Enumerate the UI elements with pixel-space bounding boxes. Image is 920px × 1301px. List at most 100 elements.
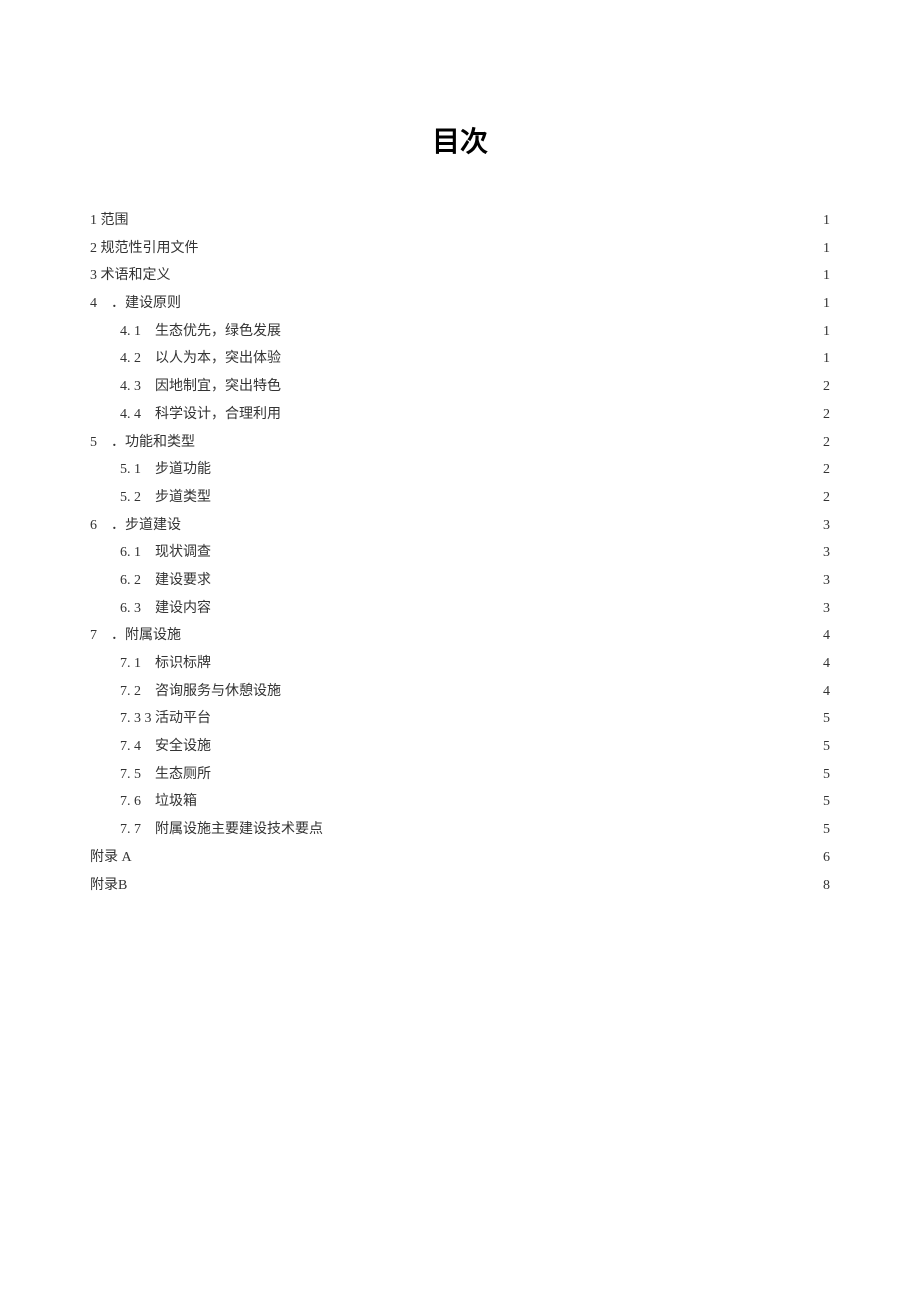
table-of-contents: 1 范围12 规范性引用文件13 术语和定义14 ．建设原则 14. 1 生态优… xyxy=(90,208,830,898)
toc-entry: 7. 2 咨询服务与休憩设施 4 xyxy=(90,679,830,704)
toc-leader-dots xyxy=(134,847,819,861)
toc-leader-dots xyxy=(201,238,820,252)
toc-entry-page: 4 xyxy=(821,651,830,676)
toc-entry-page: 4 xyxy=(821,679,830,704)
toc-entry-label: 7. 2 咨询服务与休憩设施 xyxy=(120,679,281,704)
toc-entry-page: 1 xyxy=(821,208,830,233)
toc-entry-page: 3 xyxy=(821,540,830,565)
toc-entry-page: 3 xyxy=(821,596,830,621)
toc-entry: 4. 2 以人为本，突出体验 1 xyxy=(90,346,830,371)
toc-entry: 3 术语和定义 1 xyxy=(90,263,830,288)
toc-entry-page: 4 xyxy=(821,623,830,648)
toc-entry-label: 4. 1 生态优先，绿色发展 xyxy=(120,319,281,344)
toc-entry: 附录 A 6 xyxy=(90,845,830,870)
toc-entry-label: 7. 1 标识标牌 xyxy=(120,651,211,676)
toc-entry-label: 4 ．建设原则 xyxy=(90,291,181,316)
toc-leader-dots xyxy=(213,764,819,778)
toc-entry-label: 1 范围 xyxy=(90,208,129,233)
toc-entry-label: 2 规范性引用文件 xyxy=(90,236,199,261)
toc-entry-page: 5 xyxy=(821,789,830,814)
toc-entry: 1 范围 1 xyxy=(90,208,830,233)
toc-entry-label: 6 ．步道建设 xyxy=(90,513,181,538)
toc-leader-dots xyxy=(213,708,819,722)
toc-entry-page: 5 xyxy=(821,734,830,759)
toc-entry-page: 2 xyxy=(821,402,830,427)
toc-entry: 7. 1 标识标牌 4 xyxy=(90,651,830,676)
toc-leader-dots xyxy=(199,791,819,805)
toc-entry-label: 7 ．附属设施 xyxy=(90,623,181,648)
toc-entry: 2 规范性引用文件 1 xyxy=(90,236,830,261)
toc-entry-page: 1 xyxy=(821,346,830,371)
toc-entry: 7 ．附属设施 4 xyxy=(90,623,830,648)
toc-entry-page: 1 xyxy=(821,291,830,316)
toc-entry-page: 8 xyxy=(821,873,830,898)
toc-entry: 7. 3 3 活动平台 5 xyxy=(90,706,830,731)
toc-leader-dots xyxy=(129,875,819,889)
toc-entry-page: 3 xyxy=(821,513,830,538)
toc-entry: 7. 7 附属设施主要建设技术要点 5 xyxy=(90,817,830,842)
toc-entry: 7. 4 安全设施 5 xyxy=(90,734,830,759)
toc-entry-label: 3 术语和定义 xyxy=(90,263,171,288)
toc-leader-dots xyxy=(183,515,819,529)
toc-entry-page: 2 xyxy=(821,485,830,510)
toc-entry-label: 附录B xyxy=(90,873,127,898)
toc-entry: 5. 1 步道功能 2 xyxy=(90,457,830,482)
toc-entry: 7. 5 生态厕所 5 xyxy=(90,762,830,787)
toc-entry: 6 ．步道建设 3 xyxy=(90,513,830,538)
toc-leader-dots xyxy=(213,487,819,501)
toc-entry-label: 7. 6 垃圾箱 xyxy=(120,789,197,814)
toc-leader-dots xyxy=(213,736,819,750)
toc-entry: 4. 3 因地制宜，突出特色 2 xyxy=(90,374,830,399)
toc-entry-label: 5. 2 步道类型 xyxy=(120,485,211,510)
toc-entry: 5. 2 步道类型 2 xyxy=(90,485,830,510)
toc-leader-dots xyxy=(283,348,819,362)
toc-entry: 4. 1 生态优先，绿色发展 1 xyxy=(90,319,830,344)
toc-entry: 4 ．建设原则 1 xyxy=(90,291,830,316)
toc-entry: 5 ．功能和类型 2 xyxy=(90,430,830,455)
toc-leader-dots xyxy=(183,293,819,307)
toc-entry-label: 7. 3 3 活动平台 xyxy=(120,706,211,731)
toc-leader-dots xyxy=(213,459,819,473)
toc-entry-label: 4. 3 因地制宜，突出特色 xyxy=(120,374,281,399)
toc-entry-label: 7. 7 附属设施主要建设技术要点 xyxy=(120,817,323,842)
toc-leader-dots xyxy=(213,653,819,667)
toc-entry: 6. 3 建设内容 3 xyxy=(90,596,830,621)
page-title: 目次 xyxy=(90,120,830,160)
toc-leader-dots xyxy=(283,404,819,418)
toc-entry-label: 6. 2 建设要求 xyxy=(120,568,211,593)
toc-leader-dots xyxy=(183,625,819,639)
toc-leader-dots xyxy=(213,570,819,584)
toc-entry-page: 5 xyxy=(821,817,830,842)
toc-entry-label: 附录 A xyxy=(90,845,132,870)
toc-leader-dots xyxy=(197,432,819,446)
toc-entry: 7. 6 垃圾箱 5 xyxy=(90,789,830,814)
toc-entry-label: 6. 3 建设内容 xyxy=(120,596,211,621)
toc-entry-page: 1 xyxy=(821,319,830,344)
toc-entry: 4. 4 科学设计，合理利用 2 xyxy=(90,402,830,427)
toc-entry-label: 4. 2 以人为本，突出体验 xyxy=(120,346,281,371)
toc-entry-page: 2 xyxy=(821,374,830,399)
toc-entry: 附录B 8 xyxy=(90,873,830,898)
toc-entry-label: 5 ．功能和类型 xyxy=(90,430,195,455)
toc-leader-dots xyxy=(173,265,820,279)
toc-entry: 6. 2 建设要求 3 xyxy=(90,568,830,593)
toc-entry-label: 7. 4 安全设施 xyxy=(120,734,211,759)
toc-entry: 6. 1 现状调查 3 xyxy=(90,540,830,565)
toc-entry-page: 2 xyxy=(821,457,830,482)
toc-leader-dots xyxy=(213,542,819,556)
toc-entry-label: 4. 4 科学设计，合理利用 xyxy=(120,402,281,427)
toc-leader-dots xyxy=(283,681,819,695)
toc-leader-dots xyxy=(325,819,819,833)
toc-entry-page: 1 xyxy=(821,263,830,288)
toc-leader-dots xyxy=(131,210,820,224)
toc-entry-label: 7. 5 生态厕所 xyxy=(120,762,211,787)
toc-leader-dots xyxy=(283,376,819,390)
toc-entry-page: 5 xyxy=(821,706,830,731)
toc-entry-page: 1 xyxy=(821,236,830,261)
toc-entry-page: 2 xyxy=(821,430,830,455)
toc-entry-page: 6 xyxy=(821,845,830,870)
toc-entry-label: 5. 1 步道功能 xyxy=(120,457,211,482)
toc-entry-page: 3 xyxy=(821,568,830,593)
toc-leader-dots xyxy=(213,598,819,612)
toc-entry-page: 5 xyxy=(821,762,830,787)
